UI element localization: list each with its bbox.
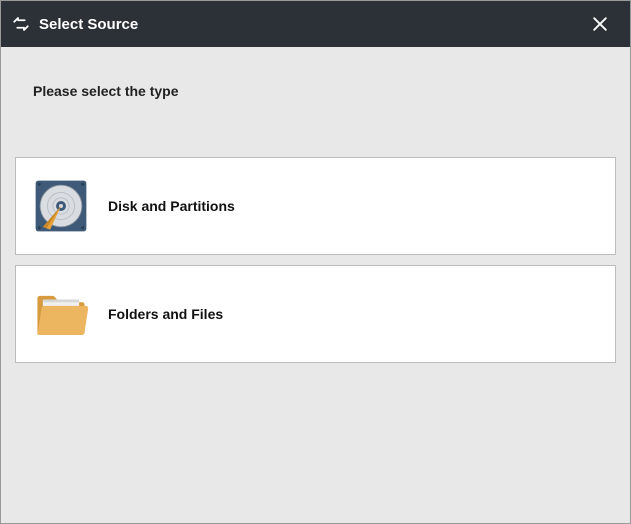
option-folders-files[interactable]: Folders and Files [15,265,616,363]
swap-icon [11,14,31,34]
dialog-content: Please select the type [1,47,630,523]
dialog-title: Select Source [39,16,580,33]
option-label: Folders and Files [108,306,223,322]
select-source-dialog: Select Source Please select the type [0,0,631,524]
titlebar: Select Source [1,1,630,47]
prompt-text: Please select the type [33,83,616,99]
close-button[interactable] [580,1,620,47]
option-label: Disk and Partitions [108,198,235,214]
disk-icon [32,177,90,235]
folder-icon [32,285,90,343]
option-disk-partitions[interactable]: Disk and Partitions [15,157,616,255]
